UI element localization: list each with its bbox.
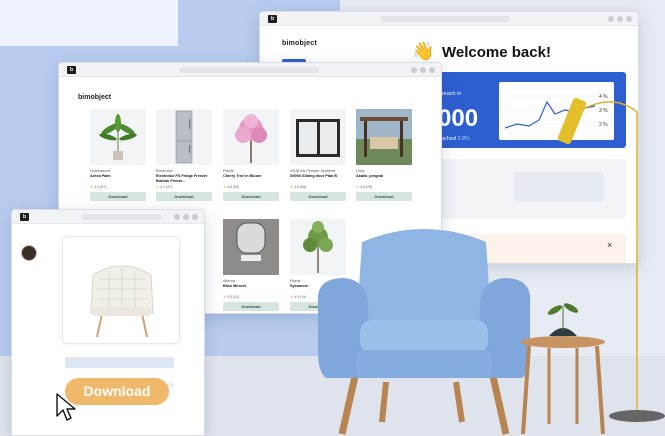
window-dot[interactable] xyxy=(429,67,435,73)
star-icon: ★ xyxy=(90,185,94,189)
star-icon: ★ xyxy=(356,185,360,189)
star-icon: ★ xyxy=(223,295,227,299)
download-button[interactable]: Download xyxy=(223,302,279,311)
catalog-titlebar: b xyxy=(59,63,441,77)
product-card[interactable]: Plants Cherry Tree in Bloom ★ 4.8 (53) D… xyxy=(223,109,279,201)
product-card[interactable]: GEALAN Fenster-Systeme S9000 Sliding doo… xyxy=(290,109,346,201)
brand-logo[interactable]: bimobject xyxy=(282,40,317,47)
product-thumbnail[interactable] xyxy=(156,109,212,165)
window-dot[interactable] xyxy=(192,214,198,220)
rating-value: 4.1 (67) xyxy=(160,185,173,189)
download-button[interactable]: Download xyxy=(156,192,212,201)
reach-percent: 3.8% xyxy=(457,136,470,142)
star-icon: ★ xyxy=(156,185,160,189)
download-button[interactable]: Download xyxy=(90,192,146,201)
product-preview-card[interactable] xyxy=(62,236,180,344)
window-controls xyxy=(411,67,435,73)
armchair-image xyxy=(317,229,531,435)
product-rating: ★ 4.2 (67) xyxy=(90,185,146,190)
product-card[interactable]: Gola Akalla_pergola ★ 4.8 (29) Download xyxy=(356,109,412,201)
address-bar[interactable] xyxy=(179,67,319,73)
address-bar[interactable] xyxy=(380,16,510,22)
address-bar[interactable] xyxy=(82,214,162,220)
window-dot[interactable] xyxy=(411,67,417,73)
star-icon: ★ xyxy=(223,185,227,189)
brand-logo[interactable]: bimobject xyxy=(78,94,111,101)
product-card[interactable]: Gohleasons Areca Palm ★ 4.2 (67) Downloa… xyxy=(90,109,146,201)
cherry-tree-image xyxy=(235,114,267,163)
product-thumbnail[interactable] xyxy=(90,109,146,165)
window-dot[interactable] xyxy=(183,214,189,220)
window-dot[interactable] xyxy=(608,16,614,22)
product-rating: ★ 4.6 (66) xyxy=(290,185,346,190)
dashboard-titlebar: b xyxy=(260,12,638,26)
product-rating: ★ 4.8 (53) xyxy=(223,185,279,190)
product-thumbnail[interactable] xyxy=(290,109,346,165)
bimobject-app-icon: b xyxy=(20,213,29,221)
download-button[interactable]: Download xyxy=(65,378,169,405)
avatar[interactable] xyxy=(21,245,37,261)
product-title-placeholder xyxy=(65,357,174,368)
fridge-image xyxy=(175,110,193,164)
palm-image xyxy=(99,114,137,160)
rating-value: 4.8 (53) xyxy=(227,185,240,189)
star-icon: ★ xyxy=(290,185,294,189)
welcome-heading: Welcome back! xyxy=(442,44,551,61)
window-controls xyxy=(608,16,632,22)
pergola-image xyxy=(356,109,412,165)
window-dot[interactable] xyxy=(174,214,180,220)
window-dot[interactable] xyxy=(626,16,632,22)
rating-value: 4.2 (67) xyxy=(94,185,107,189)
reach-value: 000 xyxy=(438,105,479,132)
rating-value: 4.6 (66) xyxy=(294,185,307,189)
rating-value: 4.5 (12) xyxy=(227,295,240,299)
cursor-icon xyxy=(56,393,76,421)
rating-value: 4.8 (29) xyxy=(360,185,373,189)
white-chair-image xyxy=(90,265,154,338)
waving-hand-icon: 👋 xyxy=(412,41,435,61)
product-card[interactable]: Electrolux Electrolux FS Fridge Freezer … xyxy=(156,109,212,201)
product-rating: ★ 4.8 (29) xyxy=(356,185,412,190)
background-light-block xyxy=(0,0,178,46)
window-controls xyxy=(174,214,198,220)
product-name[interactable]: Areca Palm xyxy=(90,174,146,184)
mirror-image xyxy=(223,219,279,275)
product-rating: ★ 4.1 (67) xyxy=(156,185,212,190)
window-dot[interactable] xyxy=(420,67,426,73)
product-card[interactable]: Alterna Bliss Mirrors ★ 4.5 (12) Downloa… xyxy=(223,219,279,311)
product-name[interactable]: Akalla_pergola xyxy=(356,174,412,184)
sliding-door-image xyxy=(296,119,340,157)
product-thumbnail[interactable] xyxy=(356,109,412,165)
star-icon: ★ xyxy=(290,295,294,299)
product-thumbnail[interactable] xyxy=(223,219,279,275)
product-name[interactable]: Bliss Mirrors xyxy=(223,284,279,294)
download-button[interactable]: Download xyxy=(356,192,412,201)
download-button[interactable]: Download xyxy=(223,192,279,201)
product-name[interactable]: Electrolux FS Fridge Freezer Bottom Free… xyxy=(156,174,212,184)
product-thumbnail[interactable] xyxy=(223,109,279,165)
product-titlebar: b xyxy=(12,210,204,224)
window-dot[interactable] xyxy=(617,16,623,22)
bimobject-app-icon: b xyxy=(268,15,277,23)
bimobject-app-icon: b xyxy=(67,66,76,74)
rating-value: 4.9 (19) xyxy=(294,295,307,299)
product-rating: ★ 4.5 (12) xyxy=(223,295,279,300)
side-table-image xyxy=(521,303,605,435)
product-name[interactable]: S9000 Sliding door Plan B xyxy=(290,174,346,184)
download-button[interactable]: Download xyxy=(290,192,346,201)
product-name[interactable]: Cherry Tree in Bloom xyxy=(223,174,279,184)
